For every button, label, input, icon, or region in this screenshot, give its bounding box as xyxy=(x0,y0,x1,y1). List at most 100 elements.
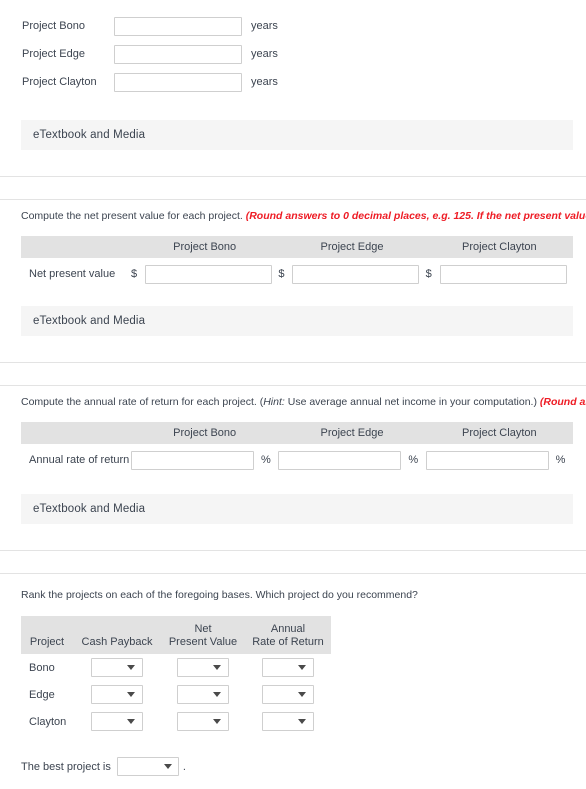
ranking-header-npv-line1: Net xyxy=(194,623,212,635)
arr-cell-bono: % xyxy=(131,450,278,470)
best-project-label: The best project is xyxy=(21,760,111,773)
npv-cell-edge: $ xyxy=(278,264,425,284)
chevron-down-icon xyxy=(213,719,221,724)
ranking-select-arr-clayton[interactable] xyxy=(262,712,314,731)
ranking-header-cash-payback: Cash Payback xyxy=(81,635,153,648)
table-row: Clayton xyxy=(21,708,331,735)
arr-instruction: Compute the annual rate of return for ea… xyxy=(0,395,586,409)
chevron-down-icon xyxy=(127,665,135,670)
chevron-down-icon xyxy=(127,692,135,697)
ranking-cell-arr-clayton xyxy=(245,712,331,731)
currency-symbol: $ xyxy=(425,268,432,280)
npv-instruction-alert: (Round answers to 0 decimal places, e.g.… xyxy=(245,210,586,222)
ranking-table: Project Cash Payback Net Present Value A… xyxy=(21,616,331,735)
ranking-header-arr-line1: Annual xyxy=(270,623,306,635)
ranking-select-arr-bono[interactable] xyxy=(262,658,314,677)
ranking-row-name-bono: Bono xyxy=(29,661,55,674)
payback-label-clayton: Project Clayton xyxy=(22,76,97,88)
chevron-down-icon xyxy=(298,665,306,670)
npv-input-bono[interactable] xyxy=(145,264,272,284)
ranking-select-npv-edge[interactable] xyxy=(177,685,229,704)
ranking-header-arr-line2: Rate of Return xyxy=(252,635,324,648)
etextbook-and-media-link-2[interactable]: eTextbook and Media xyxy=(21,306,573,336)
table-row: Edge xyxy=(21,681,331,708)
chevron-down-icon xyxy=(163,764,172,769)
arr-table-row: Annual rate of return % % % xyxy=(21,444,573,476)
etextbook-and-media-link-1[interactable]: eTextbook and Media xyxy=(21,120,573,150)
best-project-select[interactable] xyxy=(116,757,179,776)
ranking-select-payback-edge[interactable] xyxy=(91,685,143,704)
ranking-header-npv-line2: Present Value xyxy=(168,635,238,648)
payback-input-clayton[interactable] xyxy=(114,72,242,92)
payback-unit-bono: years xyxy=(251,20,278,32)
ranking-cell-npv-bono xyxy=(161,658,245,677)
npv-section: Compute the net present value for each p… xyxy=(0,209,586,336)
payback-label-bono: Project Bono xyxy=(22,20,85,32)
arr-row-label: Annual rate of return xyxy=(29,454,130,466)
arr-input-clayton[interactable] xyxy=(425,450,549,470)
arr-input-edge[interactable] xyxy=(278,450,402,470)
npv-header-edge: Project Edge xyxy=(320,241,384,253)
ranking-section: Rank the projects on each of the foregoi… xyxy=(0,588,586,776)
etextbook-and-media-link-3[interactable]: eTextbook and Media xyxy=(21,494,573,524)
payback-input-edge[interactable] xyxy=(114,44,242,64)
arr-table-header: Project Bono Project Edge Project Clayto… xyxy=(21,422,573,444)
arr-input-bono[interactable] xyxy=(131,450,254,470)
arr-header-bono: Project Bono xyxy=(173,427,237,439)
chevron-down-icon xyxy=(213,665,221,670)
payback-row: Project Clayton years xyxy=(0,68,586,96)
npv-instruction-plain: Compute the net present value for each p… xyxy=(21,210,246,222)
cash-payback-section: Project Bono years Project Edge years Pr… xyxy=(0,0,586,96)
npv-input-clayton[interactable] xyxy=(439,264,567,284)
ranking-cell-arr-edge xyxy=(245,685,331,704)
payback-unit-edge: years xyxy=(251,48,278,60)
payback-row: Project Edge years xyxy=(0,40,586,68)
ranking-instruction: Rank the projects on each of the foregoi… xyxy=(21,589,418,601)
chevron-down-icon xyxy=(298,692,306,697)
ranking-select-payback-bono[interactable] xyxy=(91,658,143,677)
best-project-line: The best project is . xyxy=(0,757,586,776)
ranking-cell-payback-edge xyxy=(73,685,161,704)
arr-instruction-alert: (Round answ xyxy=(539,396,586,408)
table-row: Bono xyxy=(21,654,331,681)
ranking-cell-payback-bono xyxy=(73,658,161,677)
npv-header-bono: Project Bono xyxy=(173,241,237,253)
payback-input-bono[interactable] xyxy=(114,16,242,36)
etextbook-wrapper-1: eTextbook and Media xyxy=(0,96,586,150)
npv-table: Project Bono Project Edge Project Clayto… xyxy=(21,236,573,290)
npv-header-clayton: Project Clayton xyxy=(462,241,537,253)
assignment-page: Project Bono years Project Edge years Pr… xyxy=(0,0,586,789)
payback-label-edge: Project Edge xyxy=(22,48,85,60)
ranking-select-npv-clayton[interactable] xyxy=(177,712,229,731)
arr-header-clayton: Project Clayton xyxy=(462,427,537,439)
arr-cell-clayton: % xyxy=(425,450,573,470)
ranking-cell-npv-clayton xyxy=(161,712,245,731)
etextbook-wrapper-3: eTextbook and Media xyxy=(0,476,586,524)
npv-cell-bono: $ xyxy=(131,264,278,284)
npv-cell-clayton: $ xyxy=(425,264,573,284)
percent-symbol: % xyxy=(408,454,419,466)
ranking-select-npv-bono[interactable] xyxy=(177,658,229,677)
chevron-down-icon xyxy=(213,692,221,697)
best-project-period: . xyxy=(182,760,186,773)
ranking-cell-npv-edge xyxy=(161,685,245,704)
arr-table: Project Bono Project Edge Project Clayto… xyxy=(21,422,573,476)
ranking-table-header: Project Cash Payback Net Present Value A… xyxy=(21,616,331,654)
arr-section: Compute the annual rate of return for ea… xyxy=(0,395,586,524)
npv-input-edge[interactable] xyxy=(292,264,420,284)
ranking-cell-payback-clayton xyxy=(73,712,161,731)
ranking-header-net-present-value: Net Present Value xyxy=(161,623,245,654)
ranking-header-annual-rate-of-return: Annual Rate of Return xyxy=(245,623,331,654)
ranking-select-payback-clayton[interactable] xyxy=(91,712,143,731)
ranking-select-arr-edge[interactable] xyxy=(262,685,314,704)
ranking-header-project: Project xyxy=(29,635,65,648)
etextbook-wrapper-2: eTextbook and Media xyxy=(0,290,586,336)
